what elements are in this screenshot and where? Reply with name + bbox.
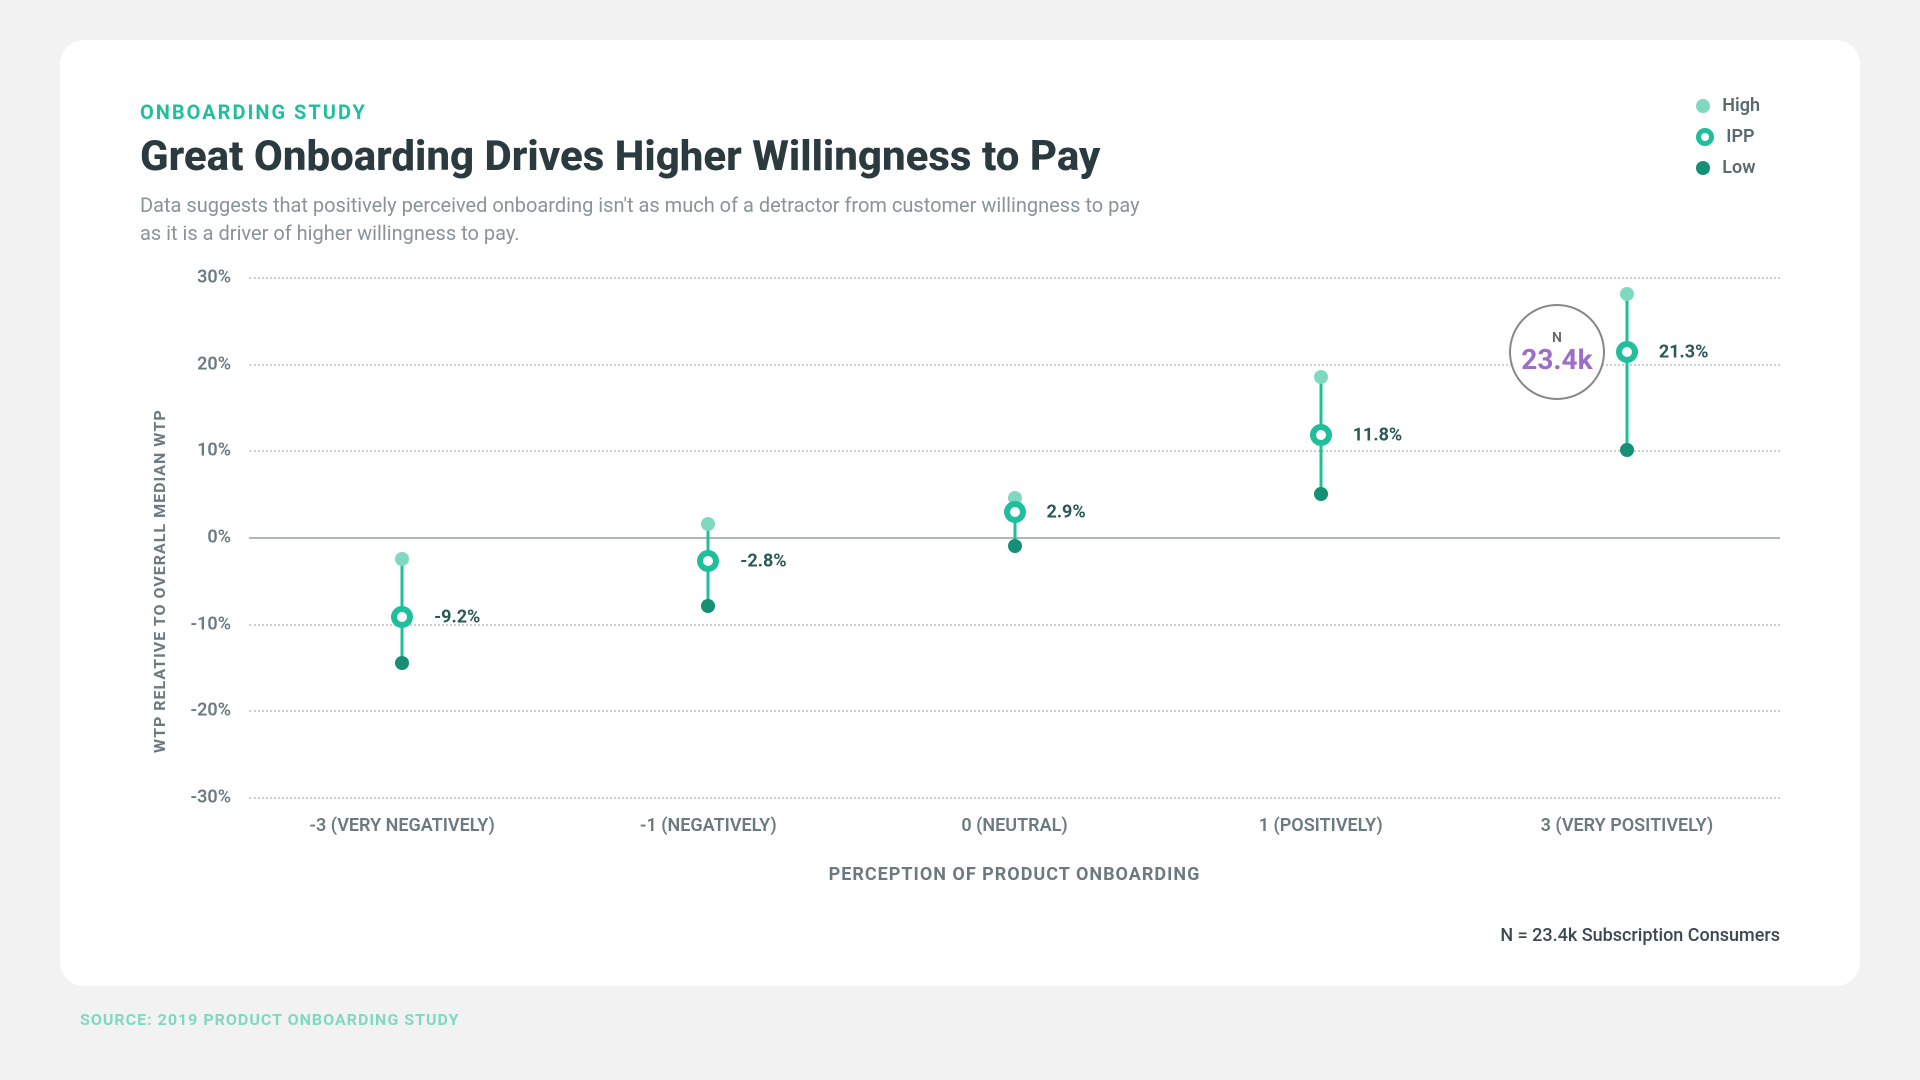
gridline (249, 797, 1780, 799)
y-axis-label: WTP RELATIVE TO OVERALL MEDIAN WTP (140, 277, 169, 885)
x-tick: -3 (VERY NEGATIVELY) (249, 815, 555, 836)
data-point-group: -9.2% (384, 277, 420, 797)
data-point-group: 11.8% (1303, 277, 1339, 797)
legend-label: IPP (1726, 126, 1754, 147)
chart-title: Great Onboarding Drives Higher Willingne… (140, 132, 1780, 181)
ipp-value-label: -9.2% (420, 606, 480, 627)
legend-entry-ipp: IPP (1696, 126, 1760, 147)
x-tick: 3 (VERY POSITIVELY) (1474, 815, 1780, 836)
n-badge-value: 23.4k (1521, 346, 1592, 374)
x-tick: 1 (POSITIVELY) (1168, 815, 1474, 836)
high-point (701, 517, 715, 531)
eyebrow: ONBOARDING STUDY (140, 100, 1780, 124)
x-tick: -1 (NEGATIVELY) (555, 815, 861, 836)
ipp-point (1616, 341, 1638, 363)
footnote: N = 23.4k Subscription Consumers (140, 925, 1780, 946)
high-point (395, 552, 409, 566)
y-tick: 30% (197, 267, 249, 288)
high-point (1620, 287, 1634, 301)
y-tick: -10% (191, 613, 249, 634)
legend-entry-high: High (1696, 95, 1760, 116)
low-point (395, 656, 409, 670)
plot: 30%20%10%0%-10%-20%-30%-9.2%-2.8%2.9%11.… (169, 277, 1780, 885)
dot-icon (1696, 99, 1710, 113)
y-tick: 20% (197, 353, 249, 374)
high-point (1314, 370, 1328, 384)
y-tick: 10% (197, 440, 249, 461)
data-point-group: -2.8% (690, 277, 726, 797)
ipp-value-label: 21.3% (1645, 342, 1709, 363)
dot-icon (1696, 161, 1710, 175)
ipp-value-label: 11.8% (1339, 424, 1403, 445)
y-tick: -30% (191, 787, 249, 808)
low-point (1008, 539, 1022, 553)
plot-area: 30%20%10%0%-10%-20%-30%-9.2%-2.8%2.9%11.… (249, 277, 1780, 797)
low-point (701, 599, 715, 613)
y-tick: 0% (207, 527, 249, 548)
x-axis: -3 (VERY NEGATIVELY)-1 (NEGATIVELY)0 (NE… (249, 815, 1780, 836)
ipp-point (697, 550, 719, 572)
chart-subtitle: Data suggests that positively perceived … (140, 191, 1140, 247)
legend-label: High (1722, 95, 1760, 116)
chart-card: High IPP Low ONBOARDING STUDY Great Onbo… (60, 40, 1860, 986)
legend: High IPP Low (1696, 95, 1760, 188)
chart-body: WTP RELATIVE TO OVERALL MEDIAN WTP 30%20… (140, 277, 1780, 885)
data-point-group: 2.9% (997, 277, 1033, 797)
ring-icon (1696, 128, 1714, 146)
ipp-point (1310, 424, 1332, 446)
legend-entry-low: Low (1696, 157, 1760, 178)
range-stem (1625, 294, 1628, 450)
ipp-point (1004, 501, 1026, 523)
n-badge: N23.4k (1509, 304, 1605, 400)
source-line: SOURCE: 2019 PRODUCT ONBOARDING STUDY (80, 1010, 1860, 1029)
x-axis-label: PERCEPTION OF PRODUCT ONBOARDING (249, 864, 1780, 885)
y-tick: -20% (191, 700, 249, 721)
data-point-group: 21.3% (1609, 277, 1645, 797)
low-point (1620, 443, 1634, 457)
ipp-value-label: 2.9% (1033, 501, 1086, 522)
ipp-point (391, 606, 413, 628)
legend-label: Low (1722, 157, 1755, 178)
low-point (1314, 487, 1328, 501)
ipp-value-label: -2.8% (726, 551, 786, 572)
x-tick: 0 (NEUTRAL) (861, 815, 1167, 836)
